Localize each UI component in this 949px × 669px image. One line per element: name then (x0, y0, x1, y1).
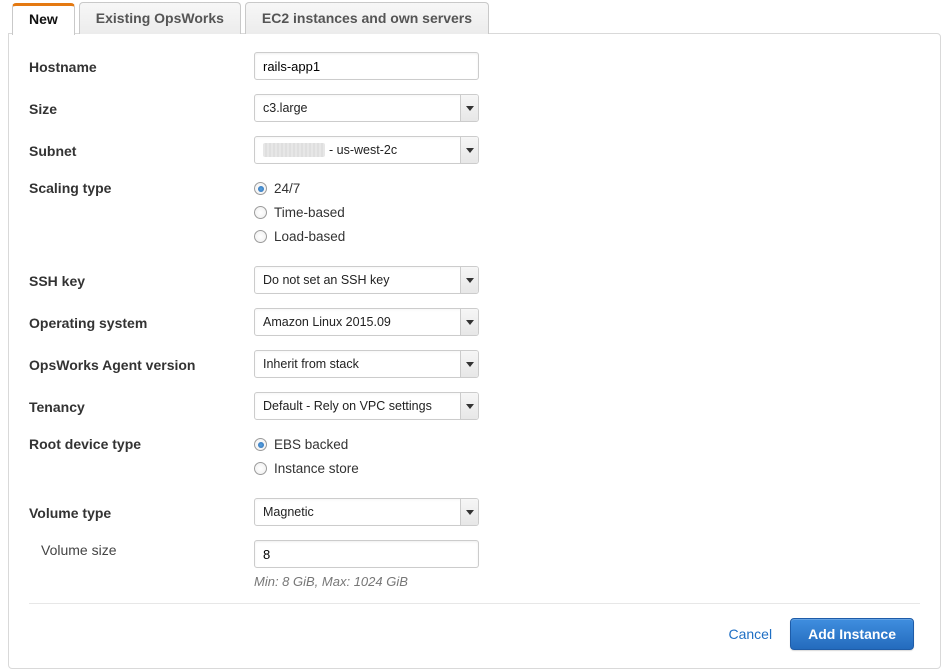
tab-ec2-own-servers[interactable]: EC2 instances and own servers (245, 2, 489, 34)
tab-new[interactable]: New (12, 3, 75, 35)
redacted-block (263, 143, 325, 157)
chevron-down-icon (460, 137, 478, 163)
scaling-type-radio-group: 24/7 Time-based Load-based (254, 178, 479, 244)
radio-icon (254, 206, 267, 219)
button-row: Cancel Add Instance (29, 618, 920, 654)
add-instance-button[interactable]: Add Instance (790, 618, 914, 650)
label-hostname: Hostname (29, 57, 254, 75)
radio-icon (254, 182, 267, 195)
label-scaling-type: Scaling type (29, 178, 254, 196)
subnet-select[interactable]: - us-west-2c (254, 136, 479, 164)
agent-version-value: Inherit from stack (255, 357, 460, 371)
row-subnet: Subnet - us-west-2c (29, 136, 920, 164)
os-select[interactable]: Amazon Linux 2015.09 (254, 308, 479, 336)
chevron-down-icon (460, 309, 478, 335)
tenancy-value: Default - Rely on VPC settings (255, 399, 460, 413)
chevron-down-icon (460, 95, 478, 121)
label-subnet: Subnet (29, 141, 254, 159)
hostname-input[interactable] (254, 52, 479, 80)
radio-icon (254, 438, 267, 451)
label-root-device-type: Root device type (29, 434, 254, 452)
add-instance-form: New Existing OpsWorks EC2 instances and … (0, 0, 949, 669)
radio-icon (254, 462, 267, 475)
tab-existing-opsworks[interactable]: Existing OpsWorks (79, 2, 241, 34)
label-ssh-key: SSH key (29, 271, 254, 289)
label-tenancy: Tenancy (29, 397, 254, 415)
radio-ebs-backed[interactable]: EBS backed (254, 437, 479, 452)
size-value: c3.large (255, 101, 460, 115)
volume-type-select[interactable]: Magnetic (254, 498, 479, 526)
label-volume-size: Volume size (29, 540, 254, 558)
label-operating-system: Operating system (29, 313, 254, 331)
chevron-down-icon (460, 393, 478, 419)
radio-instance-store[interactable]: Instance store (254, 461, 479, 476)
label-agent-version: OpsWorks Agent version (29, 355, 254, 373)
row-volume-size: Volume size Min: 8 GiB, Max: 1024 GiB (29, 540, 920, 589)
divider (29, 603, 920, 604)
radio-icon (254, 230, 267, 243)
row-volume-type: Volume type Magnetic (29, 498, 920, 526)
row-ssh-key: SSH key Do not set an SSH key (29, 266, 920, 294)
tabs: New Existing OpsWorks EC2 instances and … (8, 2, 941, 34)
form-panel: Hostname Size c3.large Subnet (8, 33, 941, 669)
row-tenancy: Tenancy Default - Rely on VPC settings (29, 392, 920, 420)
row-scaling-type: Scaling type 24/7 Time-based Load-based (29, 178, 920, 244)
label-size: Size (29, 99, 254, 117)
agent-version-select[interactable]: Inherit from stack (254, 350, 479, 378)
radio-load-based[interactable]: Load-based (254, 229, 479, 244)
root-device-radio-group: EBS backed Instance store (254, 434, 479, 476)
row-hostname: Hostname (29, 52, 920, 80)
cancel-button[interactable]: Cancel (729, 626, 773, 642)
ssh-key-value: Do not set an SSH key (255, 273, 460, 287)
row-agent-version: OpsWorks Agent version Inherit from stac… (29, 350, 920, 378)
radio-24-7[interactable]: 24/7 (254, 181, 479, 196)
volume-size-hint: Min: 8 GiB, Max: 1024 GiB (254, 574, 479, 589)
size-select[interactable]: c3.large (254, 94, 479, 122)
radio-time-based[interactable]: Time-based (254, 205, 479, 220)
row-size: Size c3.large (29, 94, 920, 122)
chevron-down-icon (460, 499, 478, 525)
volume-type-value: Magnetic (255, 505, 460, 519)
chevron-down-icon (460, 351, 478, 377)
label-volume-type: Volume type (29, 503, 254, 521)
volume-size-input[interactable] (254, 540, 479, 568)
tenancy-select[interactable]: Default - Rely on VPC settings (254, 392, 479, 420)
ssh-key-select[interactable]: Do not set an SSH key (254, 266, 479, 294)
row-operating-system: Operating system Amazon Linux 2015.09 (29, 308, 920, 336)
subnet-value: - us-west-2c (255, 143, 460, 158)
chevron-down-icon (460, 267, 478, 293)
os-value: Amazon Linux 2015.09 (255, 315, 460, 329)
row-root-device-type: Root device type EBS backed Instance sto… (29, 434, 920, 476)
